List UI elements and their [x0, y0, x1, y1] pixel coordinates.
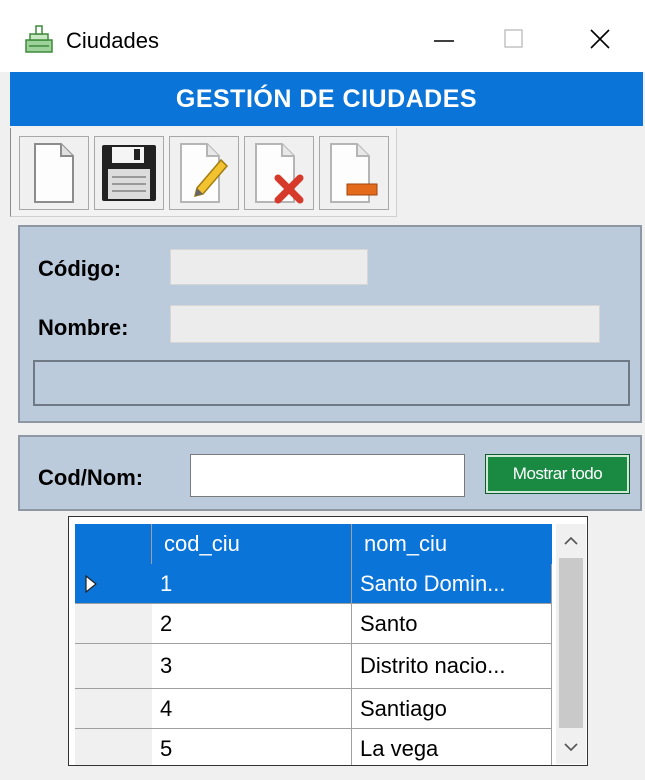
- page-title: GESTIÓN DE CIUDADES: [175, 84, 478, 113]
- show-all-button[interactable]: Mostrar todo: [485, 454, 630, 494]
- show-all-label: Mostrar todo: [512, 464, 603, 483]
- edit-icon: [180, 143, 229, 203]
- remove-icon: [330, 143, 378, 203]
- toolbar: [10, 128, 397, 217]
- codigo-field[interactable]: [170, 249, 368, 285]
- table-cell-cod[interactable]: 3: [152, 644, 352, 689]
- table-cell-nom[interactable]: Santiago: [352, 689, 552, 729]
- column-header-nom-label: nom_ciu: [364, 531, 448, 556]
- table-cell-nom[interactable]: Distrito nacio...: [352, 644, 552, 689]
- column-header-nom[interactable]: nom_ciu: [352, 524, 552, 564]
- table-cell-nom[interactable]: Santo Domin...: [352, 564, 552, 604]
- close-icon: [590, 29, 610, 49]
- table-cell-nom[interactable]: La vega: [352, 729, 552, 765]
- maximize-button[interactable]: [484, 16, 544, 62]
- window-title: Ciudades: [66, 28, 159, 53]
- row-header[interactable]: [75, 644, 152, 689]
- search-label: Cod/Nom:: [38, 465, 144, 490]
- maximize-icon: [504, 29, 523, 48]
- table-cell-cod[interactable]: 2: [152, 604, 352, 644]
- row-header-selected[interactable]: [75, 564, 152, 604]
- minimize-button[interactable]: [414, 16, 474, 62]
- current-row-arrow-icon: [85, 574, 97, 594]
- remove-button[interactable]: [319, 136, 389, 210]
- close-window-button[interactable]: [570, 16, 630, 62]
- cities-grid[interactable]: cod_ciu nom_ciu 1 Santo Domin... 2 Santo…: [68, 516, 588, 766]
- table-cell-nom[interactable]: Santo: [352, 604, 552, 644]
- table-cell-cod[interactable]: 1: [152, 564, 352, 604]
- table-cell-cod[interactable]: 4: [152, 689, 352, 729]
- search-input[interactable]: [190, 454, 465, 497]
- edit-button[interactable]: [169, 136, 239, 210]
- row-header[interactable]: [75, 729, 152, 765]
- scroll-up-icon[interactable]: [556, 526, 586, 556]
- column-header-cod[interactable]: cod_ciu: [152, 524, 352, 564]
- vertical-scrollbar[interactable]: [556, 524, 586, 764]
- nombre-label: Nombre:: [38, 315, 129, 340]
- save-button[interactable]: [94, 136, 164, 210]
- column-header-cod-label: cod_ciu: [164, 531, 240, 556]
- minimize-icon: [434, 40, 454, 42]
- status-bar: [33, 360, 630, 406]
- row-header[interactable]: [75, 604, 152, 644]
- new-document-icon: [34, 143, 74, 203]
- delete-icon: [255, 143, 304, 204]
- title-bar: Ciudades: [0, 0, 645, 72]
- codigo-label: Código:: [38, 256, 122, 281]
- table-cell-cod[interactable]: 5: [152, 729, 352, 765]
- grid-corner-header: [75, 524, 152, 564]
- nombre-field[interactable]: [170, 305, 600, 343]
- app-icon: [25, 25, 53, 53]
- delete-button[interactable]: [244, 136, 314, 210]
- scrollbar-thumb[interactable]: [559, 558, 583, 728]
- row-header[interactable]: [75, 689, 152, 729]
- page-header: GESTIÓN DE CIUDADES: [10, 72, 643, 126]
- scroll-down-icon[interactable]: [556, 732, 586, 762]
- new-button[interactable]: [19, 136, 89, 210]
- save-icon: [102, 145, 156, 201]
